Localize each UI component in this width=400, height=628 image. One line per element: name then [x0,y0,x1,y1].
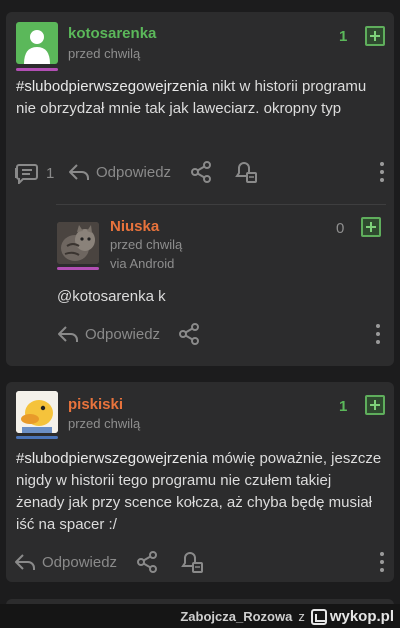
bell-note-icon [180,550,204,574]
watermark-user: Zabojcza_Rozowa [180,609,293,624]
watermark-connector: z [298,609,305,624]
plus-vote-button[interactable] [361,217,381,237]
reply-divider [56,204,386,205]
bell-note-icon [234,160,258,184]
share-icon [135,550,159,574]
avatar-underline [16,436,58,439]
watermark-site: wykop.pl [329,608,394,625]
vote-count: 0 [336,220,345,237]
avatar-underline [16,68,58,71]
wykop-logo: wykop.pl [310,608,394,625]
plus-vote-button[interactable] [365,26,385,46]
duck-avatar[interactable] [16,391,58,433]
comment-body: @kotosarenka k [57,288,166,305]
more-options-icon[interactable] [379,162,385,182]
author-name[interactable]: Niuska [110,218,159,235]
replies-count: 1 [46,164,55,182]
replies-count-button[interactable]: 1 [14,162,54,184]
timestamp: przed chwilą [110,237,183,252]
notify-button[interactable] [234,160,258,184]
comments-icon [14,162,40,184]
comment-body: #slubodpierwszegowejrzenia nikt w histor… [16,76,376,120]
comment-card-2: piskiski przed chwilą 1 #slubodpierwszeg… [6,382,394,582]
reply-button[interactable]: Odpowiedz [14,552,117,572]
reply-button[interactable]: Odpowiedz [57,324,160,344]
share-button[interactable] [177,322,201,346]
reply-label: Odpowiedz [42,553,118,571]
cat-photo-avatar[interactable] [57,222,99,264]
share-icon [177,322,201,346]
comment-body: #slubodpierwszegowejrzenia mówię poważni… [16,448,382,536]
timestamp: przed chwilą [68,416,141,431]
vote-count: 1 [339,398,348,415]
notify-button[interactable] [180,550,204,574]
comment-card-1: kotosarenka przed chwilą 1 #slubodpierws… [6,12,394,366]
reply-button[interactable]: Odpowiedz [68,162,171,182]
wykop-logo-icon [310,608,327,625]
share-button[interactable] [189,160,213,184]
more-options-icon[interactable] [379,552,385,572]
author-name[interactable]: kotosarenka [68,25,156,42]
author-name[interactable]: piskiski [68,396,123,413]
more-options-icon[interactable] [375,324,381,344]
hashtag-link[interactable]: #slubodpierwszegowejrzenia [16,78,208,95]
reply-label: Odpowiedz [96,163,172,181]
client-label: via Android [110,256,175,271]
plus-vote-button[interactable] [365,395,385,415]
hashtag-link[interactable]: #slubodpierwszegowejrzenia [16,450,208,467]
timestamp: przed chwilą [68,46,141,61]
watermark: Zabojcza_Rozowa z wykop.pl [180,608,394,625]
share-icon [189,160,213,184]
reply-arrow-icon [57,324,79,344]
avatar-underline [57,267,99,270]
vote-count: 1 [339,28,348,45]
default-user-avatar[interactable] [16,22,58,64]
share-button[interactable] [135,550,159,574]
reply-arrow-icon [68,162,90,182]
reply-arrow-icon [14,552,36,572]
reply-label: Odpowiedz [85,325,161,343]
